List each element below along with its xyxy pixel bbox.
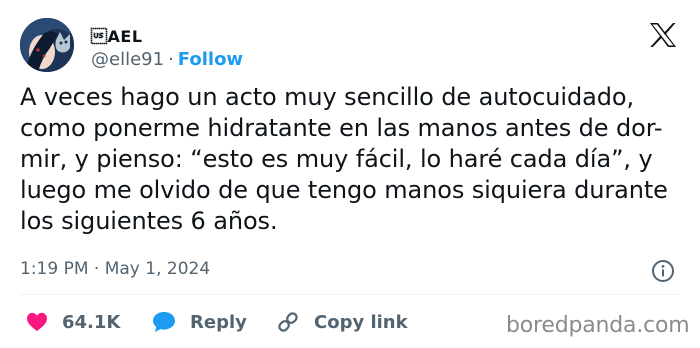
heart-icon (27, 312, 47, 332)
reply-button[interactable]: Reply (152, 309, 247, 335)
tweet-text-line: luego me olvido de que tengo manos siqui… (20, 176, 668, 204)
x-logo-icon[interactable] (649, 22, 677, 48)
follow-button[interactable]: Follow (178, 49, 243, 70)
tweet-text: A veces hago un acto muy sencillo de aut… (20, 82, 692, 237)
tweet-text-line: como ponerme hidratante en las manos ant… (20, 114, 663, 142)
author-display-name[interactable]: AEL (91, 27, 143, 46)
like-count: 64.1K (62, 311, 121, 333)
tweet-text-line: los siguientes 6 años. (20, 207, 278, 235)
avatar[interactable] (20, 18, 74, 72)
author-handle-line: @elle91 · Follow (91, 49, 243, 70)
handle-separator: · (168, 49, 174, 70)
tweet-date: May 1, 2024 (104, 259, 211, 279)
divider (20, 294, 680, 295)
tweet-time: 1:19 PM (20, 259, 89, 279)
link-icon (278, 312, 298, 332)
author-handle[interactable]: @elle91 (91, 49, 164, 70)
timestamp-separator: · (93, 259, 100, 279)
reply-label: Reply (190, 311, 247, 333)
tweet-text-line: mir, y pienso: “esto es muy fácil, lo ha… (20, 145, 653, 173)
like-button[interactable]: 64.1K (26, 309, 120, 335)
tweet-timestamp[interactable]: 1:19 PM · May 1, 2024 (20, 259, 210, 279)
speech-bubble-icon (153, 312, 175, 332)
tweet-text-line: A veces hago un acto muy sencillo de aut… (20, 83, 634, 111)
info-icon[interactable] (651, 259, 675, 283)
avatar-image (20, 18, 74, 72)
watermark: boredpanda.com (506, 313, 690, 338)
copy-link-button[interactable]: Copy link (276, 309, 408, 335)
copy-link-label: Copy link (314, 311, 408, 333)
